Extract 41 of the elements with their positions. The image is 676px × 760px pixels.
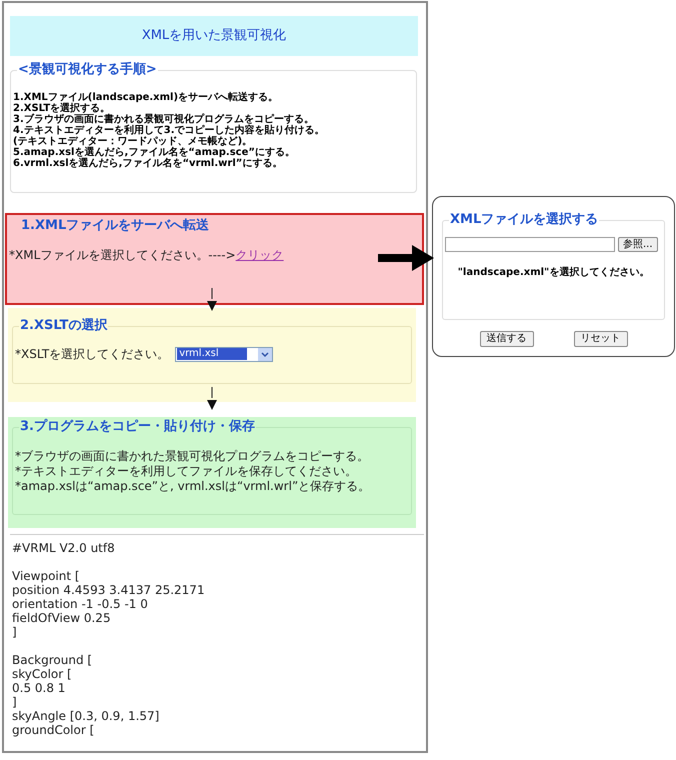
procedure-step: 3.ブラウザの画面に書かれる景観可視化プログラムをコピーする。 xyxy=(13,114,414,125)
file-path-field[interactable] xyxy=(445,237,615,252)
dialog-legend: XMLファイルを選択する xyxy=(449,212,600,228)
code-line: ] xyxy=(12,625,18,639)
code-line: ] xyxy=(12,695,18,709)
page-title: XMLを用いた景観可視化 xyxy=(142,27,286,46)
procedure-step: 2.XSLTを選択する。 xyxy=(13,103,414,114)
chevron-down-icon xyxy=(258,348,272,360)
click-link[interactable]: クリック xyxy=(236,247,284,263)
code-line: position 4.4593 3.4137 25.2171 xyxy=(12,583,206,597)
down-arrow-icon xyxy=(207,387,217,410)
procedure-step: 1.XMLファイル(landscape.xml)をサーバへ転送する。 xyxy=(13,92,414,103)
code-line: groundColor [ xyxy=(12,723,96,737)
code-line: orientation -1 -0.5 -1 0 xyxy=(12,597,149,611)
code-line: skyAngle [0.3, 0.9, 1.57] xyxy=(12,709,160,723)
procedure-step: (テキストエディター：ワードパッド、メモ帳など)。 xyxy=(13,136,414,147)
code-line: fieldOfView 0.25 xyxy=(12,611,112,625)
instruction-text: *XMLファイルを選択してください。----> xyxy=(9,247,236,263)
dialog-button[interactable]: 送信する xyxy=(480,331,534,347)
step-title: 2.XSLTの選択 xyxy=(19,318,108,334)
procedure-legend: <景観可視化する手順> xyxy=(17,62,158,78)
browse-button[interactable]: 参照... xyxy=(618,237,658,252)
instruction-text: *amap.xslは“amap.sce”と, vrml.xslは“vrml.wrl”と保存する。 xyxy=(15,479,372,494)
procedure-step: 6.vrml.xslを選んだら,ファイル名を“vrml.wrl”にする。 xyxy=(13,158,414,169)
code-line: 0.5 0.8 1 xyxy=(12,681,66,695)
instruction-text: *ブラウザの画面に書かれた景観可視化プログラムをコピーする。 xyxy=(15,449,370,464)
step-title: 1.XMLファイルをサーバへ転送 xyxy=(20,217,210,235)
code-line: Viewpoint [ xyxy=(12,569,81,583)
down-arrow-icon xyxy=(207,288,217,311)
code-line: #VRML V2.0 utf8 xyxy=(12,541,116,555)
right-arrow-icon xyxy=(378,245,434,271)
procedure-step: 5.amap.xslを選んだら,ファイル名を“amap.sce”にする。 xyxy=(13,147,414,158)
code-line: skyColor [ xyxy=(12,667,73,681)
instruction-text: *XSLTを選択してください。 xyxy=(15,346,170,362)
procedure-step: 4.テキストエディターを利用して3.でコピーした内容を貼り付ける。 xyxy=(13,125,414,136)
code-line: Background [ xyxy=(12,653,94,667)
instruction-text: *テキストエディターを利用してファイルを保存してください。 xyxy=(15,464,358,479)
step-title: 3.プログラムをコピー・貼り付け・保存 xyxy=(19,419,256,435)
hint-text: "landscape.xml"を選択してください。 xyxy=(458,266,650,279)
dialog-button[interactable]: リセット xyxy=(574,331,628,347)
xslt-select[interactable]: vrml.xsl xyxy=(175,346,274,362)
